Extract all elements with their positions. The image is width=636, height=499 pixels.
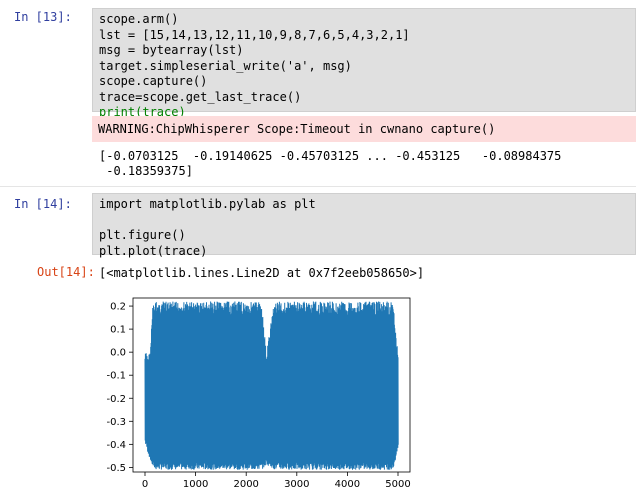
code-line: plt.plot(trace) <box>99 243 208 258</box>
cell-13-code-input[interactable]: scope.arm() lst = [15,14,13,12,11,10,9,8… <box>92 8 636 119</box>
cell-14-out-prompt: Out[14]: <box>37 265 95 279</box>
trace-plot: 0.2 0.1 0.0 -0.1 -0.2 -0.3 -0.4 -0.5 0 1000 2000 30… <box>106 297 411 490</box>
y-tick-label: 0.1 <box>110 325 126 336</box>
y-tick-label: 0.2 <box>110 302 126 313</box>
y-tick-label: -0.5 <box>106 463 126 474</box>
y-tick-label: -0.4 <box>106 440 126 451</box>
cell-14-code-input[interactable]: import matplotlib.pylab as plt plt.figur… <box>92 193 636 258</box>
x-tick-label: 4000 <box>335 479 360 490</box>
code-line: trace=scope.get_last_trace() <box>99 89 302 104</box>
y-tick-label: -0.1 <box>106 371 126 382</box>
cell-13-in-prompt: In [13]: <box>14 10 72 24</box>
code-line: plt.figure() <box>99 228 186 242</box>
warning-output: WARNING:ChipWhisperer Scope:Timeout in c… <box>92 116 636 142</box>
y-tick-label: 0.0 <box>110 348 126 359</box>
code-line: import matplotlib.pylab as plt <box>99 197 316 211</box>
y-tick-label: -0.2 <box>106 394 126 405</box>
x-tick-label: 2000 <box>233 479 258 490</box>
trace-output-line2: -0.18359375] <box>99 164 193 178</box>
x-tick-label: 1000 <box>183 479 208 490</box>
code-line: lst = [15,14,13,12,11,10,9,8,7,6,5,4,3,2… <box>99 27 410 42</box>
line2d-output: [<matplotlib.lines.Line2D at 0x7f2eeb058… <box>99 266 425 280</box>
x-tick-label: 0 <box>142 479 148 490</box>
code-line: scope.arm() <box>99 12 179 26</box>
trace-output-line1: [-0.0703125 -0.19140625 -0.45703125 ... … <box>99 149 562 163</box>
cell-separator <box>0 186 636 187</box>
cell-14-in-prompt: In [14]: <box>14 197 72 211</box>
trace-line <box>144 301 399 470</box>
code-line: scope.capture() <box>99 74 208 88</box>
code-line: msg = bytearray(lst) <box>99 43 244 57</box>
x-tick-label: 5000 <box>385 479 410 490</box>
code-line: target.simpleserial_write('a', msg) <box>99 58 352 73</box>
y-tick-label: -0.3 <box>106 417 126 428</box>
x-tick-label: 3000 <box>284 479 309 490</box>
